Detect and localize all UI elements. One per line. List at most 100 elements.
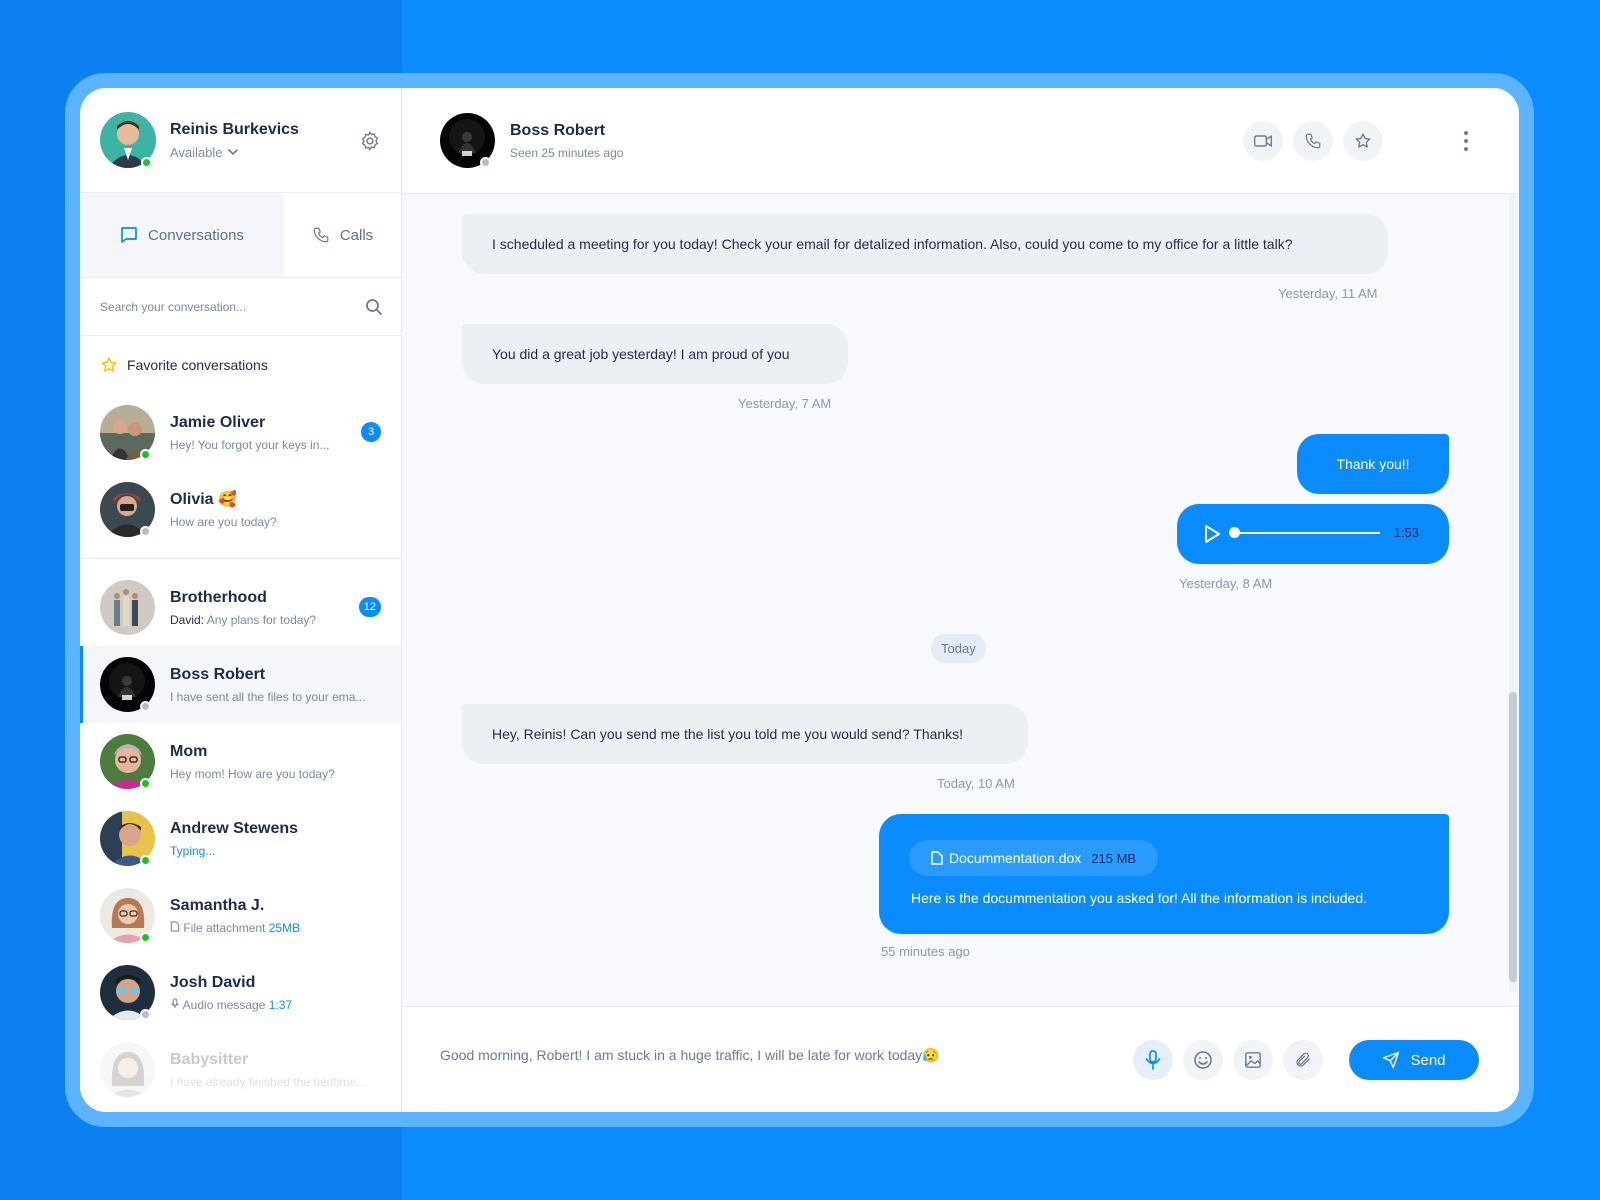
conversation-item[interactable]: Josh David Audio message 1:37	[80, 954, 401, 1031]
paperclip-icon	[1296, 1052, 1310, 1067]
avatar	[100, 811, 155, 866]
tab-conversations-label: Conversations	[148, 226, 244, 244]
microphone-icon	[1145, 1050, 1161, 1070]
file-size: 215 MB	[1091, 850, 1137, 866]
send-button[interactable]: Send	[1349, 1040, 1479, 1080]
conversation-preview: Audio message 1:37	[170, 998, 380, 1012]
sidebar: Reinis Burkevics Available Conversations…	[80, 88, 402, 1112]
incoming-message: Hey, Reinis! Can you send me the list yo…	[462, 704, 1028, 764]
chat-panel: Boss Robert Seen 25 minutes ago I schedu…	[402, 88, 1519, 1112]
conversation-item[interactable]: Jamie Oliver Hey! You forgot your keys i…	[80, 394, 401, 471]
preview-text: Any plans for today?	[204, 612, 317, 627]
preview-text: File attachment	[183, 920, 266, 935]
conversation-name: Mom	[170, 742, 208, 760]
avatar[interactable]	[440, 113, 495, 168]
avatar	[100, 482, 155, 537]
section-divider	[80, 558, 401, 559]
outgoing-file-message: Docummentation.dox 215 MB Here is the do…	[879, 814, 1449, 934]
chat-header: Boss Robert Seen 25 minutes ago	[402, 88, 1519, 194]
voice-call-button[interactable]	[1293, 121, 1333, 161]
tab-conversations[interactable]: Conversations	[80, 193, 284, 277]
status-label: Available	[170, 144, 223, 160]
audio-progress-track[interactable]	[1235, 532, 1380, 534]
messenger-app: Reinis Burkevics Available Conversations…	[80, 88, 1519, 1112]
search-input[interactable]	[100, 299, 350, 314]
send-label: Send	[1410, 1051, 1446, 1069]
conversation-preview: Hey mom! How are you today?	[170, 766, 335, 781]
contact-name: Boss Robert	[510, 121, 606, 139]
message-text: Hey, Reinis! Can you send me the list yo…	[492, 726, 964, 742]
offline-status-dot	[140, 526, 151, 537]
star-icon	[101, 357, 117, 372]
favorite-button[interactable]	[1343, 121, 1383, 161]
avatar	[100, 580, 155, 635]
message-timestamp: Yesterday, 7 AM	[738, 396, 832, 411]
conversation-name: Babysitter	[170, 1050, 249, 1068]
incoming-message: You did a great job yesterday! I am prou…	[462, 324, 848, 384]
tab-calls[interactable]: Calls	[284, 193, 401, 277]
conversation-item[interactable]: Olivia 🥰 How are you today?	[80, 471, 401, 548]
file-size: 25MB	[268, 920, 301, 935]
conversation-name: Samantha J.	[170, 896, 265, 914]
file-attachment[interactable]: Docummentation.dox 215 MB	[909, 840, 1159, 876]
send-icon	[1383, 1051, 1400, 1069]
unread-badge: 3	[361, 422, 381, 442]
avatar	[100, 888, 155, 943]
phone-icon	[1305, 133, 1321, 149]
image-button[interactable]	[1233, 1040, 1273, 1080]
scrollbar-thumb[interactable]	[1509, 692, 1517, 982]
unread-badge: 12	[358, 597, 381, 617]
conversation-item[interactable]: Brotherhood David: Any plans for today? …	[80, 569, 401, 646]
audio-message[interactable]: 1:53	[1177, 504, 1449, 564]
avatar	[100, 965, 155, 1020]
status-dropdown[interactable]: Available	[170, 145, 299, 160]
incoming-message: I scheduled a meeting for you today! Che…	[462, 214, 1388, 274]
conversation-preview: David: Any plans for today?	[170, 613, 380, 627]
profile-name: Reinis Burkevics	[170, 120, 299, 138]
file-name: Docummentation.dox	[949, 850, 1082, 866]
message-text: I scheduled a meeting for you today! Che…	[492, 236, 1293, 252]
day-separator: Today	[931, 634, 986, 663]
conversation-preview: How are you today?	[170, 515, 277, 529]
profile-header: Reinis Burkevics Available	[80, 88, 401, 193]
search-icon[interactable]	[365, 298, 383, 316]
video-call-button[interactable]	[1243, 121, 1283, 161]
file-icon	[931, 851, 943, 865]
gear-icon[interactable]	[359, 130, 381, 152]
favorites-header: Favorite conversations	[80, 336, 401, 394]
chat-bubble-icon	[121, 227, 137, 243]
conversation-name: Josh David	[170, 973, 256, 991]
file-icon	[170, 920, 180, 932]
audio-duration: 1:37	[268, 997, 293, 1012]
conversation-item[interactable]: Samantha J. File attachment 25MB	[80, 877, 401, 954]
emoji: 🥰	[218, 491, 237, 508]
audio-progress-knob[interactable]	[1229, 527, 1240, 538]
conversation-preview: I have sent all the files to your ema...	[170, 689, 366, 704]
video-camera-icon	[1253, 135, 1273, 147]
message-timestamp: 55 minutes ago	[881, 944, 970, 959]
emoji-button[interactable]	[1183, 1040, 1223, 1080]
conversation-item[interactable]: Babysitter I have already finished the b…	[80, 1031, 401, 1108]
conversation-item-active[interactable]: Boss Robert I have sent all the files to…	[80, 646, 401, 723]
online-status-dot	[141, 157, 152, 168]
message-input[interactable]	[440, 1047, 1080, 1063]
audio-duration: 1:53	[1393, 525, 1419, 540]
online-status-dot	[140, 932, 151, 943]
microphone-icon	[171, 997, 179, 1008]
conversation-name: Brotherhood	[170, 588, 267, 606]
voice-record-button[interactable]	[1133, 1040, 1173, 1080]
avatar	[100, 1042, 155, 1097]
message-text: You did a great job yesterday! I am prou…	[492, 346, 790, 362]
conversation-item[interactable]: Mom Hey mom! How are you today?	[80, 723, 401, 800]
conversation-name: Olivia	[170, 491, 214, 508]
more-options-icon[interactable]	[1461, 128, 1471, 154]
play-icon[interactable]	[1203, 524, 1221, 544]
conversation-item[interactable]: Andrew Stewens Typing...	[80, 800, 401, 877]
outgoing-message: Thank you!!	[1297, 434, 1449, 494]
avatar[interactable]	[100, 112, 156, 168]
smiley-icon	[1194, 1051, 1212, 1069]
preview-text: Audio message	[182, 997, 266, 1012]
conversation-preview: I have already finished the bedtime...	[170, 1074, 367, 1089]
attach-button[interactable]	[1283, 1040, 1323, 1080]
conversation-name: Boss Robert	[170, 665, 266, 683]
